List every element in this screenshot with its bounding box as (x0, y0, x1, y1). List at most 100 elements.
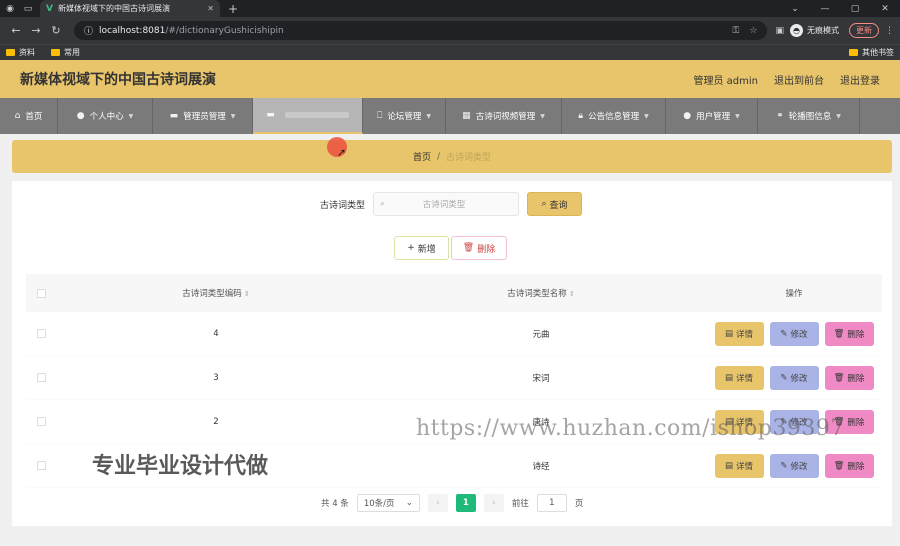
cell-code: 3 (213, 372, 219, 383)
cell-code: 4 (213, 328, 219, 339)
delete-button[interactable]: 🗑︎ 删除 (824, 321, 874, 346)
maximize-icon[interactable]: ▢ (840, 4, 870, 14)
tab-title: 新媒体视域下的中国古诗词展演 (57, 4, 170, 13)
menu-item-dictionary[interactable]: ▬ (253, 98, 363, 134)
header-name[interactable]: 古诗词类型名称 ⇕ (376, 287, 706, 299)
cell-name: 元曲 (532, 329, 550, 340)
back-icon[interactable]: ← (6, 24, 26, 37)
minimize-icon[interactable]: — (810, 4, 840, 14)
logout-link[interactable]: 退出登录 (840, 72, 880, 87)
menu-label: 首页 (25, 112, 43, 122)
delete-label: 删除 (847, 329, 865, 340)
row-checkbox[interactable] (36, 373, 46, 382)
page-number[interactable]: 1 (455, 494, 476, 512)
back-to-front-link[interactable]: 退出到前台 (774, 72, 824, 87)
menu-item-profile[interactable]: ● 个人中心 ▼ (58, 98, 153, 134)
search-icon: ⌕ (541, 199, 547, 209)
detail-button[interactable]: ▤ 详情 (714, 321, 764, 346)
tab-list-icon[interactable]: ▭ (22, 3, 34, 15)
chevron-down-icon: ▼ (836, 112, 841, 120)
search-placeholder: 古诗词类型 (422, 200, 466, 210)
goto-input[interactable]: 1 (536, 494, 567, 512)
page-suffix: 页 (574, 499, 584, 509)
search-input[interactable]: ⌕ 古诗词类型 (373, 192, 520, 216)
page-size-select[interactable]: 10条/页 ⌄ (356, 494, 420, 512)
user-icon: ● (76, 111, 85, 121)
edit-button[interactable]: ✎ 修改 (769, 409, 819, 434)
search-icon: ⌕ (380, 199, 385, 209)
link-icon: ⚭ (776, 111, 784, 121)
edit-label: 修改 (790, 329, 808, 340)
row-checkbox[interactable] (36, 329, 46, 338)
menu-item-users[interactable]: ● 用户管理 ▼ (666, 98, 758, 134)
header-code[interactable]: 古诗词类型编码 ⇕ (56, 287, 376, 299)
table-row: 诗经 ▤ 详情 ✎ 修改 🗑︎ 删除 (26, 444, 882, 488)
detail-button[interactable]: ▤ 详情 (714, 453, 764, 478)
menu-item-notice[interactable]: 🔒︎ 公告信息管理 ▼ (562, 98, 666, 134)
forum-icon: ⎕ (376, 111, 383, 121)
batch-delete-button[interactable]: 🗑︎ 删除 (451, 236, 507, 260)
total-count: 共 4 条 (321, 499, 349, 509)
detail-button[interactable]: ▤ 详情 (714, 365, 764, 390)
select-all-checkbox[interactable] (36, 288, 46, 298)
prev-page-button[interactable]: ‹ (427, 494, 448, 512)
forward-icon[interactable]: → (26, 24, 46, 37)
update-button[interactable]: 更新 (849, 23, 879, 38)
trash-icon: 🗑︎ (833, 460, 845, 471)
sort-icon[interactable]: ⇕ (569, 290, 575, 298)
delete-button[interactable]: 🗑︎ 删除 (824, 453, 874, 478)
document-icon: ▤ (724, 416, 733, 427)
edit-icon: ✎ (780, 372, 788, 383)
other-bookmarks[interactable]: 其他书签 (849, 47, 894, 58)
info-icon[interactable]: ⓘ (84, 24, 93, 37)
window-controls: ⌄ — ▢ ✕ (780, 4, 900, 14)
menu-item-admin[interactable]: ▬ 管理员管理 ▼ (153, 98, 253, 134)
more-icon[interactable]: ⋮ (885, 26, 894, 36)
menu-label: 论坛管理 (387, 112, 422, 122)
edit-button[interactable]: ✎ 修改 (769, 453, 819, 478)
folder-icon (849, 49, 858, 56)
browser-tab[interactable]: V 新媒体视域下的中国古诗词展演 ✕ (40, 0, 220, 17)
star-icon[interactable]: ☆ (749, 26, 757, 36)
add-button[interactable]: + 新增 (394, 236, 449, 260)
search-form: 古诗词类型 ⌕ 古诗词类型 ⌕ 查询 (320, 192, 583, 216)
incognito-profile[interactable]: ◓ 无痕模式 (790, 24, 839, 37)
edit-button[interactable]: ✎ 修改 (769, 321, 819, 346)
trash-icon: 🗑︎ (833, 416, 845, 427)
page-size-value: 10条/页 (363, 499, 395, 509)
bookmark-label: 常用 (64, 48, 80, 57)
delete-button[interactable]: 🗑︎ 删除 (824, 365, 874, 390)
next-page-button[interactable]: › (483, 494, 504, 512)
window-close-icon[interactable]: ✕ (870, 4, 900, 14)
new-tab-icon[interactable]: + (228, 2, 238, 16)
sidepanel-icon[interactable]: ▣ (775, 26, 784, 36)
app-header: 新媒体视域下的中国古诗词展演 管理员 admin 退出到前台 退出登录 (0, 60, 900, 98)
menu-label: 古诗词视频管理 (475, 112, 536, 122)
menu-item-video[interactable]: ▦ 古诗词视频管理 ▼ (446, 98, 562, 134)
row-checkbox[interactable] (36, 417, 46, 426)
header-ops: 操作 (785, 289, 803, 299)
data-table: 古诗词类型编码 ⇕ 古诗词类型名称 ⇕ 操作 4 元曲 ▤ 详情 ✎ 修改 🗑︎ 删除 3… (26, 274, 882, 488)
edit-button[interactable]: ✎ 修改 (769, 365, 819, 390)
chevron-down-icon: ⌄ (405, 498, 413, 508)
close-icon[interactable]: ✕ (207, 4, 214, 13)
bookmark-folder[interactable]: 资料 (6, 47, 35, 58)
delete-button[interactable]: 🗑︎ 删除 (824, 409, 874, 434)
grid-icon: ▦ (462, 111, 471, 121)
menu-item-home[interactable]: ⌂ 首页 (0, 98, 58, 134)
breadcrumb-home[interactable]: 首页 (413, 150, 431, 163)
query-button[interactable]: ⌕ 查询 (527, 192, 583, 216)
collapse-icon[interactable]: ⌄ (780, 4, 810, 14)
menu-item-forum[interactable]: ⎕ 论坛管理 ▼ (363, 98, 446, 134)
bookmark-folder[interactable]: 常用 (51, 47, 80, 58)
detail-button[interactable]: ▤ 详情 (714, 409, 764, 434)
url-field[interactable]: ⓘ localhost:8081/#/dictionaryGushiciship… (74, 21, 768, 40)
plus-icon: + (407, 243, 415, 253)
row-checkbox[interactable] (36, 461, 46, 470)
sort-icon[interactable]: ⇕ (244, 290, 250, 298)
reload-icon[interactable]: ↻ (46, 24, 66, 37)
menu-item-carousel[interactable]: ⚭ 轮播图信息 ▼ (758, 98, 860, 134)
document-icon: ▤ (724, 372, 733, 383)
key-icon[interactable]: ⚿ (733, 26, 740, 36)
table-row: 2 唐诗 ▤ 详情 ✎ 修改 🗑︎ 删除 (26, 400, 882, 444)
